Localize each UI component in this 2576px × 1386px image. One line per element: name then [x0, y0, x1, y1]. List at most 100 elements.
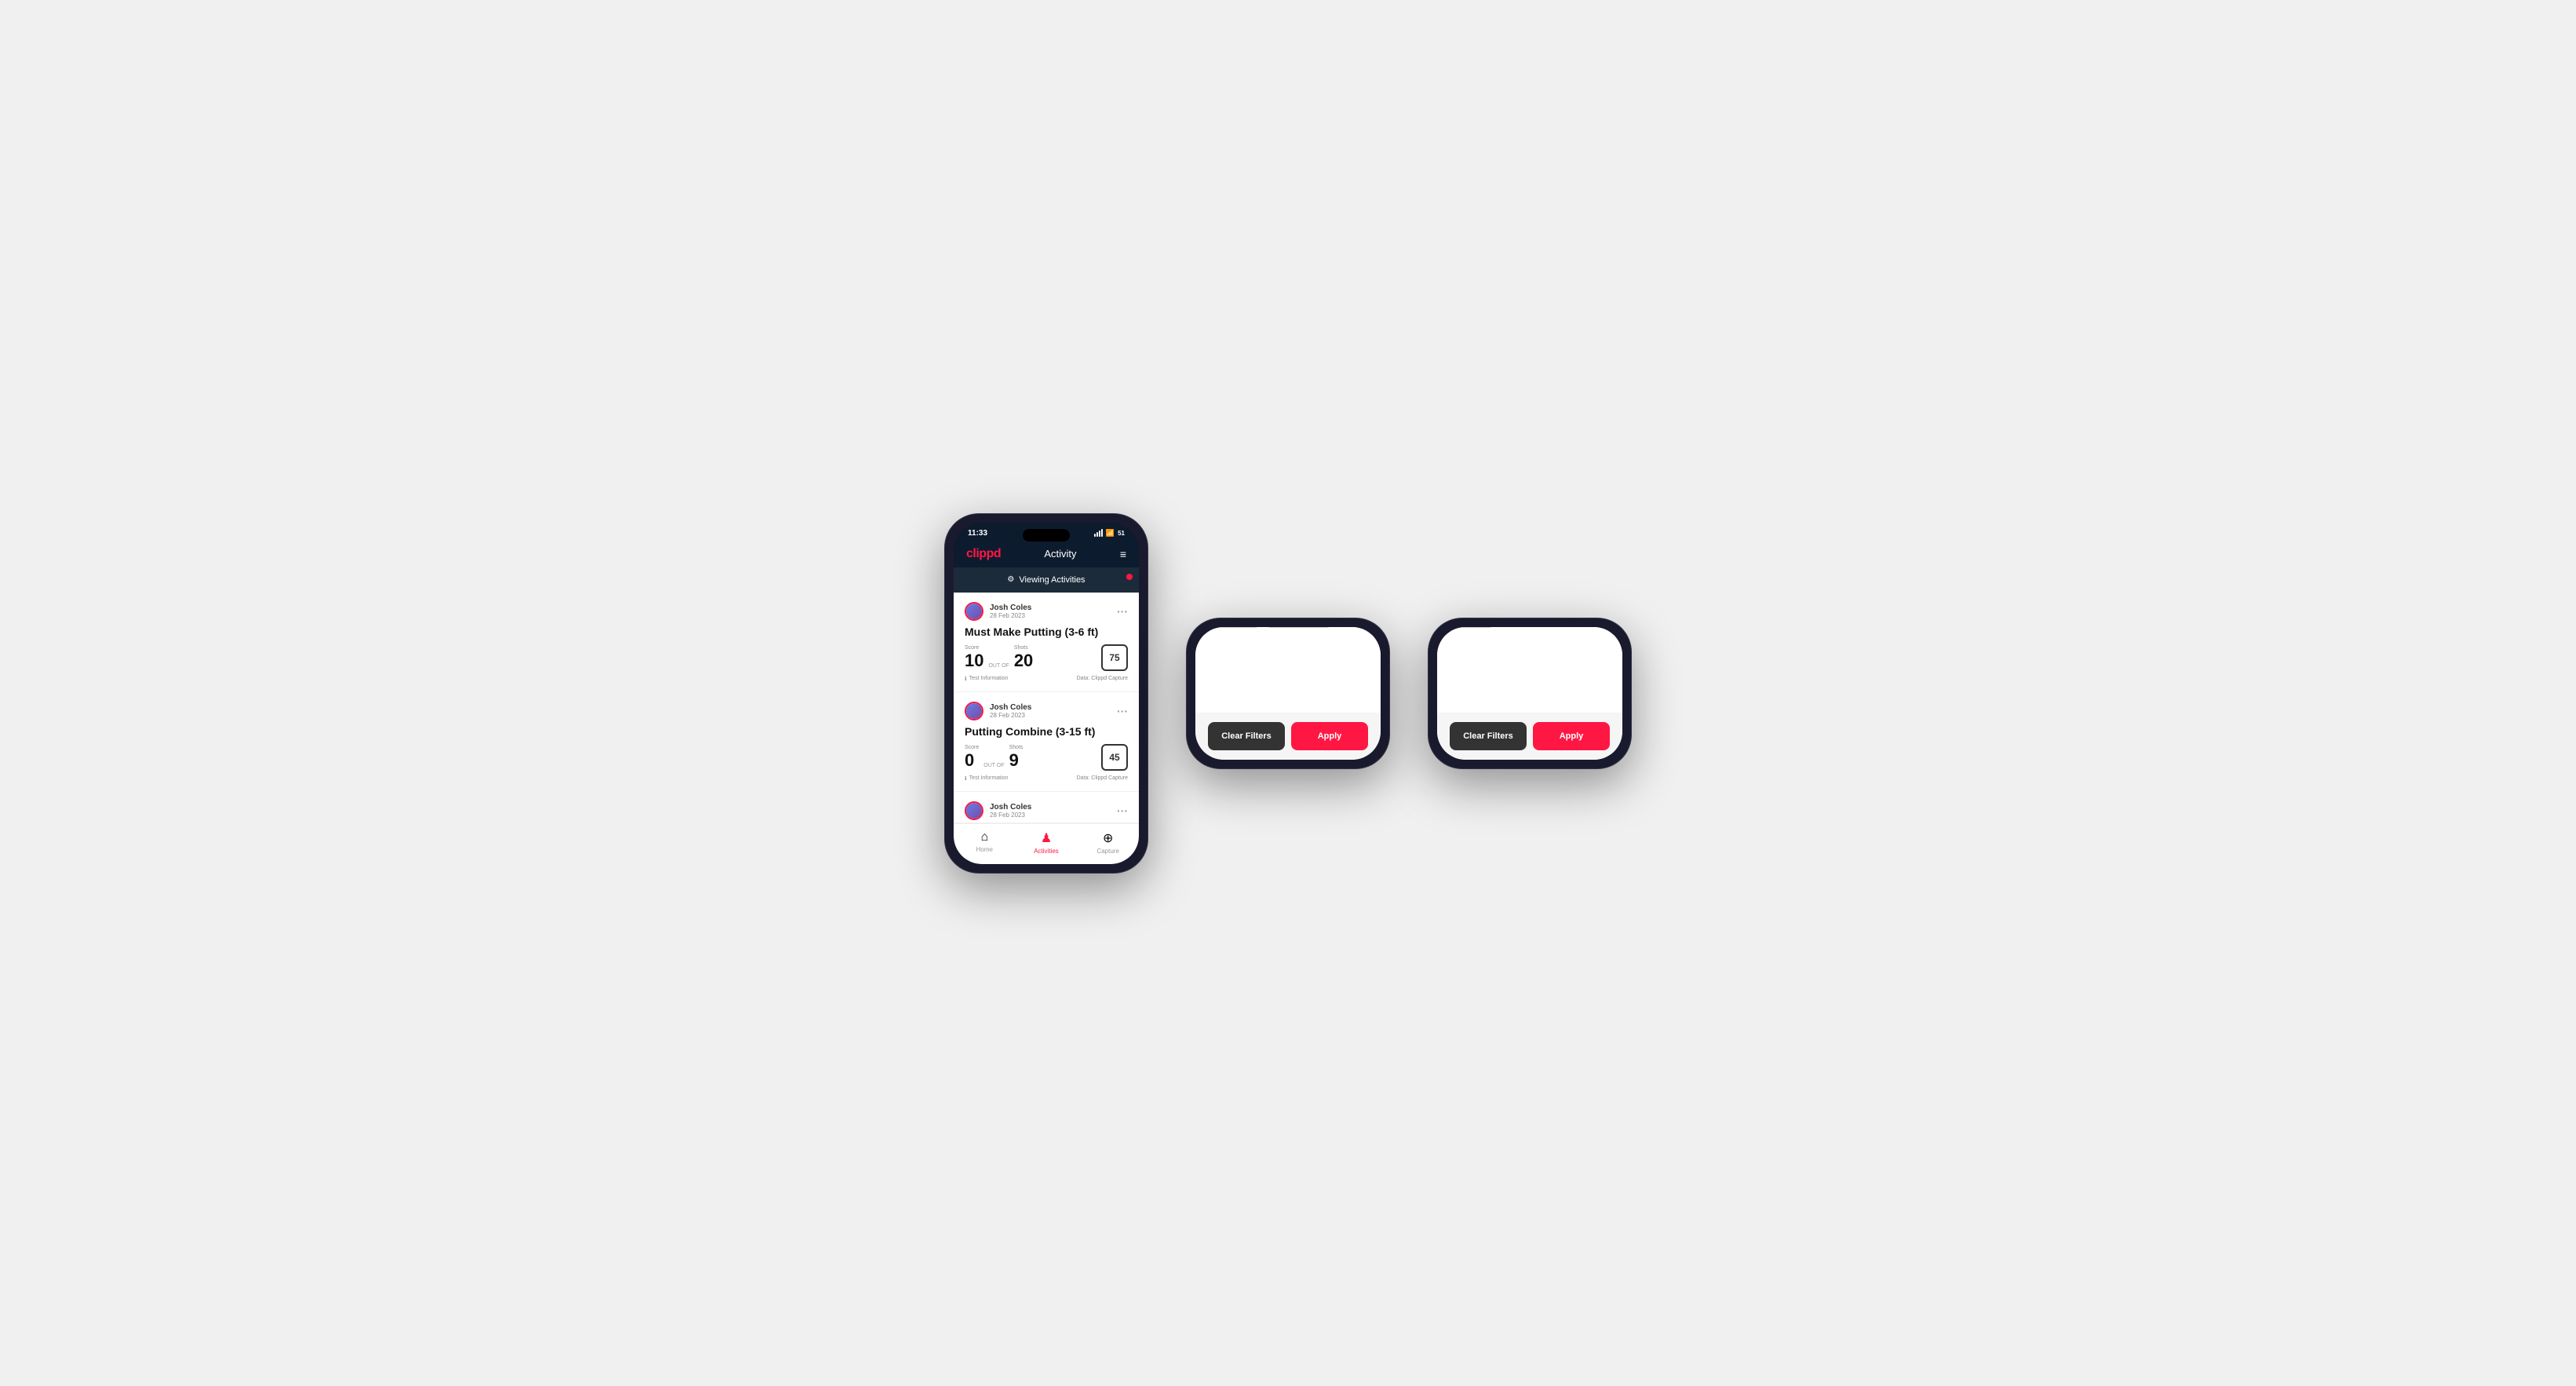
signal-bars-1 [1094, 529, 1103, 537]
apply-button-2[interactable]: Apply [1291, 722, 1368, 750]
tournament-chip-2[interactable]: Tournament [1266, 627, 1331, 628]
bar3 [1099, 531, 1100, 537]
shot-quality-value-1: 75 [1109, 652, 1119, 663]
viewing-bar-1[interactable]: ⚙ Viewing Activities [954, 567, 1139, 593]
avatar-img-2 [966, 703, 982, 719]
scene: 11:33 📶 51 clippd Activity ≡ [897, 466, 1679, 921]
spacer-3 [1450, 639, 1610, 702]
putt-chip-3[interactable]: PUTT [1450, 627, 1494, 628]
status-icons-1: 📶 51 [1094, 529, 1125, 538]
filter-footer-2: Clear Filters Apply [1195, 713, 1381, 760]
score-label-2: Score [965, 745, 979, 750]
user-details-1: Josh Coles 28 Feb 2023 [990, 604, 1031, 619]
viewing-text-1: Viewing Activities [1019, 575, 1085, 585]
user-info-2: Josh Coles 28 Feb 2023 [965, 702, 1031, 720]
capture-icon-1: ⊕ [1103, 830, 1113, 846]
wifi-icon: 📶 [1106, 529, 1115, 538]
filter-sheet-2[interactable]: Filter ✕ Show Rounds Practice Drills Rou… [1195, 627, 1381, 760]
activity-item-3[interactable]: Josh Coles 28 Feb 2023 ··· [954, 792, 1139, 823]
filter-icon-1: ⚙ [1007, 575, 1014, 584]
header-title-1: Activity [1044, 548, 1076, 560]
activity-item-1[interactable]: Josh Coles 28 Feb 2023 ··· Must Make Put… [954, 593, 1139, 692]
shot-quality-badge-1: 75 [1101, 644, 1128, 671]
shots-stat-1: Shots 20 [1014, 645, 1033, 670]
activities-icon-1: ♟ [1041, 830, 1052, 846]
app-header-1: clippd Activity ≡ [954, 541, 1139, 567]
rounds-chips-2: Practice Tournament [1208, 627, 1368, 628]
activity-title-1: Must Make Putting (3-6 ft) [965, 626, 1128, 638]
more-dots-2[interactable]: ··· [1117, 705, 1128, 717]
capture-label-1: Capture [1096, 848, 1118, 855]
info-icon-2: ℹ [965, 775, 967, 782]
out-of-1: OUT OF [988, 663, 1009, 671]
logo-1: clippd [966, 547, 1001, 561]
clear-filters-button-3[interactable]: Clear Filters [1450, 722, 1527, 750]
info-text-1: ℹ Test Information [965, 676, 1008, 682]
avatar-2 [965, 702, 983, 720]
data-text-2: Data: Clippd Capture [1077, 775, 1128, 781]
score-label-1: Score [965, 645, 983, 651]
user-name-3: Josh Coles [990, 803, 1031, 812]
filter-body-2: Show Rounds Practice Drills Rounds Pract… [1195, 627, 1381, 713]
nav-home-1[interactable]: ⌂ Home [954, 830, 1016, 855]
bottom-nav-1: ⌂ Home ♟ Activities ⊕ Capture [954, 823, 1139, 864]
stats-row-2: Score 0 OUT OF Shots 9 45 [965, 744, 1128, 771]
shots-stat-2: Shots 9 [1009, 745, 1023, 770]
score-stat-1: Score 10 [965, 645, 983, 670]
shots-label-1: Shots [1014, 645, 1033, 651]
score-value-2: 0 [965, 750, 974, 770]
user-details-3: Josh Coles 28 Feb 2023 [990, 803, 1031, 819]
more-dots-3[interactable]: ··· [1117, 804, 1128, 817]
user-date-3: 28 Feb 2023 [990, 812, 1031, 819]
user-date-2: 28 Feb 2023 [990, 712, 1031, 719]
bar2 [1096, 532, 1098, 537]
filter-footer-3: Clear Filters Apply [1437, 713, 1622, 760]
avatar-img-1 [966, 604, 982, 619]
shots-value-1: 20 [1014, 651, 1033, 670]
menu-icon-1[interactable]: ≡ [1120, 548, 1126, 560]
avatar-3 [965, 801, 983, 820]
phone-1: 11:33 📶 51 clippd Activity ≡ [944, 513, 1148, 874]
more-dots-1[interactable]: ··· [1117, 605, 1128, 618]
out-of-2: OUT OF [983, 763, 1004, 771]
activity-title-2: Putting Combine (3-15 ft) [965, 725, 1128, 738]
score-stat-2: Score 0 [965, 745, 979, 770]
score-value-1: 10 [965, 651, 983, 670]
avatar-img-3 [966, 803, 982, 819]
time-1: 11:33 [968, 529, 987, 538]
user-details-2: Josh Coles 28 Feb 2023 [990, 703, 1031, 719]
user-date-1: 28 Feb 2023 [990, 612, 1031, 619]
bar4 [1101, 529, 1103, 537]
shot-quality-badge-2: 45 [1101, 744, 1128, 771]
activity-list-1: Josh Coles 28 Feb 2023 ··· Must Make Put… [954, 593, 1139, 823]
filter-body-3: Show Rounds Practice Drills Practice Dri… [1437, 627, 1622, 713]
practice-drill-chips-3: OTT APP ARG PUTT [1450, 627, 1610, 628]
activity-footer-2: ℹ Test Information Data: Clippd Capture [965, 775, 1128, 782]
activity-item-2[interactable]: Josh Coles 28 Feb 2023 ··· Putting Combi… [954, 692, 1139, 792]
avatar-1 [965, 602, 983, 621]
bar1 [1094, 534, 1096, 537]
info-icon-1: ℹ [965, 676, 967, 682]
notification-dot-1 [1126, 574, 1133, 580]
apply-button-3[interactable]: Apply [1533, 722, 1610, 750]
nav-activities-1[interactable]: ♟ Activities [1016, 830, 1078, 855]
stats-row-1: Score 10 OUT OF Shots 20 75 [965, 644, 1128, 671]
notch-1 [1023, 529, 1070, 542]
home-label-1: Home [976, 846, 993, 853]
info-text-2: ℹ Test Information [965, 775, 1008, 782]
clear-filters-button-2[interactable]: Clear Filters [1208, 722, 1285, 750]
user-name-1: Josh Coles [990, 604, 1031, 612]
practice-chip-2[interactable]: Practice [1208, 627, 1260, 628]
nav-capture-1[interactable]: ⊕ Capture [1077, 830, 1139, 855]
activities-label-1: Activities [1034, 848, 1059, 855]
status-bar-1: 11:33 📶 51 [954, 523, 1139, 541]
shot-quality-value-2: 45 [1109, 752, 1119, 763]
shots-label-2: Shots [1009, 745, 1023, 750]
user-info-1: Josh Coles 28 Feb 2023 [965, 602, 1031, 621]
filter-sheet-3[interactable]: Filter ✕ Show Rounds Practice Drills Pra… [1437, 627, 1622, 760]
battery-text: 51 [1118, 530, 1125, 537]
data-text-1: Data: Clippd Capture [1077, 676, 1128, 681]
shots-value-2: 9 [1009, 750, 1019, 770]
user-info-3: Josh Coles 28 Feb 2023 [965, 801, 1031, 820]
user-name-2: Josh Coles [990, 703, 1031, 712]
